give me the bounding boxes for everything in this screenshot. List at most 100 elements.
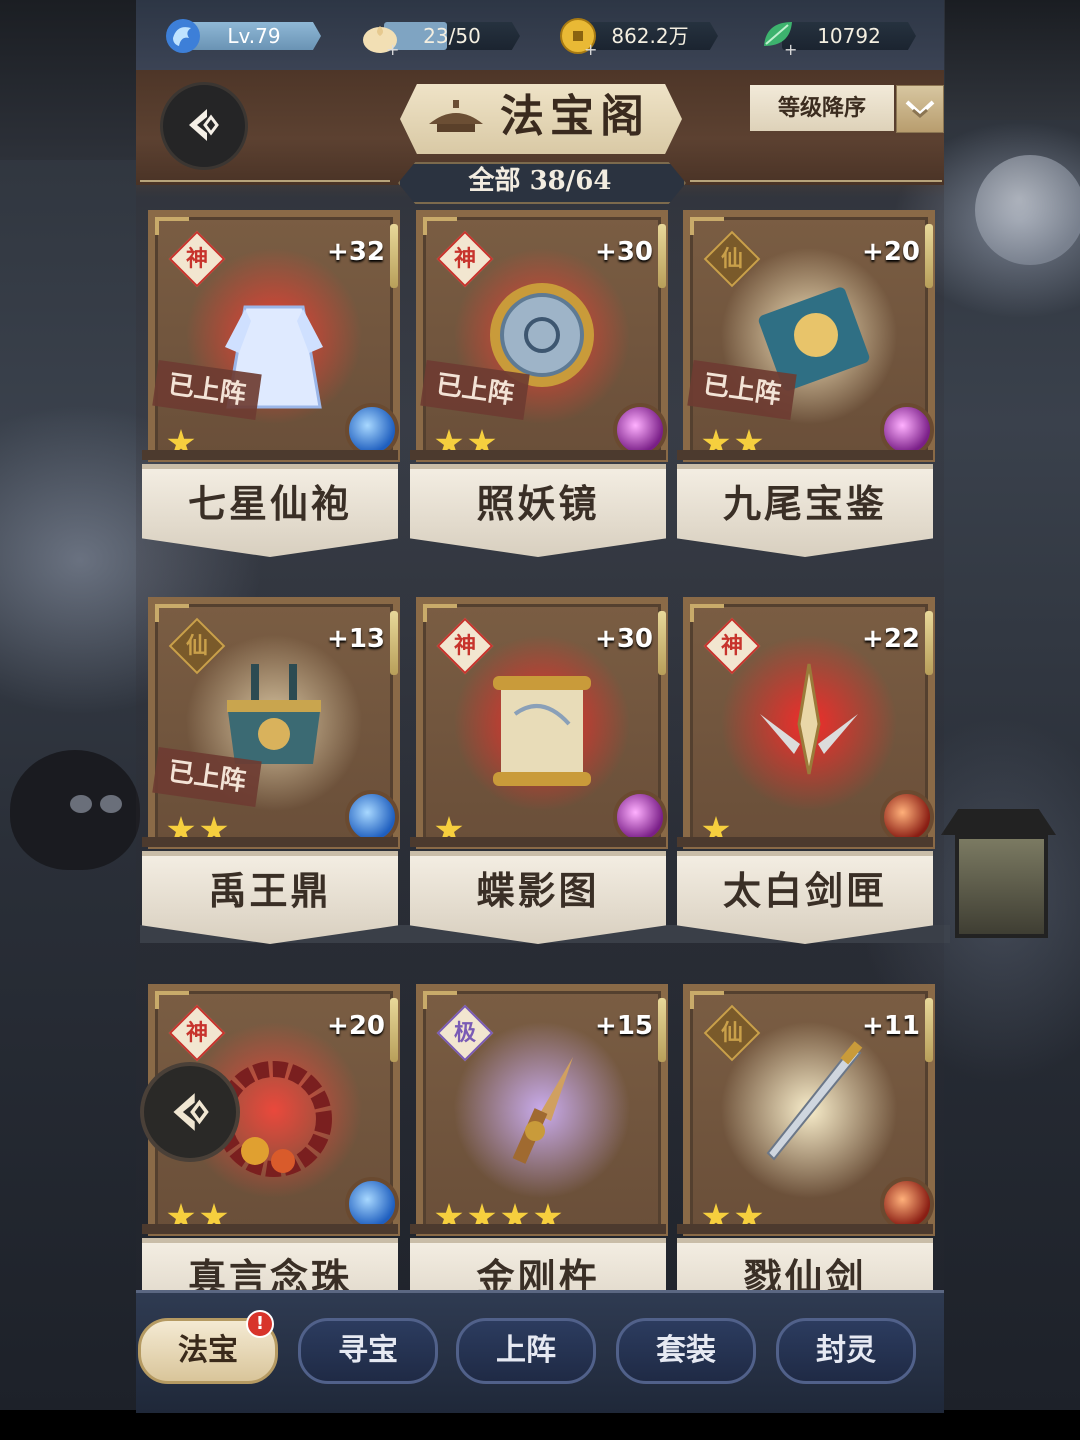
frame-corner xyxy=(690,604,724,622)
add-coins-icon[interactable]: + xyxy=(584,40,597,59)
shelf xyxy=(677,1224,933,1234)
shadow-element-icon xyxy=(613,403,667,457)
treasure-card[interactable]: 仙 +20 已上阵 九尾宝鉴 xyxy=(677,204,935,564)
treasure-name: 蝶影图 xyxy=(476,868,600,913)
treasure-pavilion-icon xyxy=(429,100,483,132)
enhance-level: +15 xyxy=(595,1011,653,1041)
sort-toggle-button[interactable] xyxy=(896,85,944,133)
coins-resource[interactable]: 862.2万 + xyxy=(558,18,718,59)
shelf xyxy=(677,450,933,460)
frame-corner xyxy=(155,991,189,1009)
shelf xyxy=(410,450,666,460)
frame-post xyxy=(390,224,398,288)
add-jade-icon[interactable]: + xyxy=(784,40,797,59)
divider-left xyxy=(140,180,390,182)
frame-corner xyxy=(690,991,724,1009)
item-frame: 仙 +13 已上阵 xyxy=(148,597,400,849)
enhance-level: +20 xyxy=(327,1011,385,1041)
frame-post xyxy=(925,611,933,675)
quick-menu-button[interactable] xyxy=(140,1062,240,1162)
chevron-down-icon xyxy=(905,100,935,118)
water-element-icon xyxy=(345,403,399,457)
tab-seal[interactable]: 封灵 xyxy=(776,1318,916,1384)
shelf xyxy=(142,450,398,460)
shelf xyxy=(142,837,398,847)
ghost-creature xyxy=(10,750,140,870)
treasure-card[interactable]: 神 +22 太白剑匣 xyxy=(677,591,935,951)
frame-post xyxy=(390,998,398,1062)
water-element-icon xyxy=(345,1177,399,1231)
tab-set[interactable]: 套装 xyxy=(616,1318,756,1384)
add-stamina-icon[interactable]: + xyxy=(386,40,399,59)
roof-eave-right xyxy=(945,0,1080,120)
treasure-name: 七星仙袍 xyxy=(187,481,352,526)
treasure-card[interactable]: 神 +30 蝶影图 xyxy=(410,591,668,951)
item-frame: 仙 +11 xyxy=(683,984,935,1236)
grade-label: 神 xyxy=(185,1020,208,1046)
enhance-level: +30 xyxy=(595,237,653,267)
level-resource: Lv.79 xyxy=(163,19,321,53)
grade-label: 仙 xyxy=(185,633,208,659)
notification-badge: ! xyxy=(246,1310,274,1338)
frame-post xyxy=(390,611,398,675)
treasure-card[interactable]: 仙 +13 已上阵 禹王鼎 xyxy=(142,591,400,951)
enhance-level: +11 xyxy=(862,1011,920,1041)
treasure-card[interactable]: 神 +32 已上阵 七星仙袍 xyxy=(142,204,400,564)
frame-corner xyxy=(690,217,724,235)
grade-label: 神 xyxy=(453,633,476,659)
grade-label: 神 xyxy=(185,246,208,272)
frame-corner xyxy=(155,604,189,622)
frame-post xyxy=(658,998,666,1062)
tab-seek[interactable]: 寻宝 xyxy=(298,1318,438,1384)
shelf xyxy=(410,1224,666,1234)
tab-deploy[interactable]: 上阵 xyxy=(456,1318,596,1384)
item-frame: 神 +32 已上阵 xyxy=(148,210,400,462)
treasure-name: 禹王鼎 xyxy=(208,868,332,913)
stone-lantern xyxy=(955,835,1048,938)
treasure-card[interactable]: 极 +15 金刚杵 xyxy=(410,978,668,1338)
grade-label: 极 xyxy=(453,1020,476,1046)
treasure-name: 太白剑匣 xyxy=(722,868,887,913)
item-frame: 神 +22 xyxy=(683,597,935,849)
item-frame: 神 +30 xyxy=(416,597,668,849)
water-element-icon xyxy=(345,790,399,844)
enhance-level: +30 xyxy=(595,624,653,654)
page-title: 法宝阁 xyxy=(500,91,650,142)
frame-corner xyxy=(423,217,457,235)
frame-corner xyxy=(423,604,457,622)
grade-label: 神 xyxy=(720,633,743,659)
shelf xyxy=(677,837,933,847)
jade-resource[interactable]: 10792 + xyxy=(758,22,916,59)
jade-value: 10792 xyxy=(782,22,916,50)
sort-label: 等级降序 xyxy=(750,85,894,131)
enhance-level: +13 xyxy=(327,624,385,654)
treasure-name: 照妖镜 xyxy=(476,481,600,526)
frame-post xyxy=(658,611,666,675)
sort-dropdown[interactable]: 等级降序 xyxy=(750,85,944,133)
level-value: Lv.79 xyxy=(187,22,321,50)
dragon-icon xyxy=(166,19,200,53)
shelf xyxy=(410,837,666,847)
frame-post xyxy=(925,224,933,288)
collection-count: 全部 38/64 xyxy=(468,166,612,196)
moon xyxy=(975,155,1080,265)
back-button[interactable] xyxy=(160,82,248,170)
divider-right xyxy=(690,180,942,182)
shadow-element-icon xyxy=(613,790,667,844)
enhance-level: +20 xyxy=(862,237,920,267)
treasure-card[interactable]: 仙 +11 戮仙剑 xyxy=(677,978,935,1338)
frame-corner xyxy=(155,217,189,235)
grade-label: 神 xyxy=(453,246,476,272)
shadow-element-icon xyxy=(880,403,934,457)
grade-label: 仙 xyxy=(720,1020,743,1046)
grade-label: 仙 xyxy=(720,246,743,272)
back-arrow-icon xyxy=(189,109,219,141)
quick-arrow-icon xyxy=(173,1093,209,1131)
coins-value: 862.2万 xyxy=(582,22,718,50)
enhance-level: +32 xyxy=(327,237,385,267)
treasure-card[interactable]: 神 +30 已上阵 照妖镜 xyxy=(410,204,668,564)
item-frame: 仙 +20 已上阵 xyxy=(683,210,935,462)
fire-element-icon xyxy=(880,790,934,844)
stamina-resource[interactable]: 23/50 + xyxy=(360,22,520,59)
frame-post xyxy=(658,224,666,288)
